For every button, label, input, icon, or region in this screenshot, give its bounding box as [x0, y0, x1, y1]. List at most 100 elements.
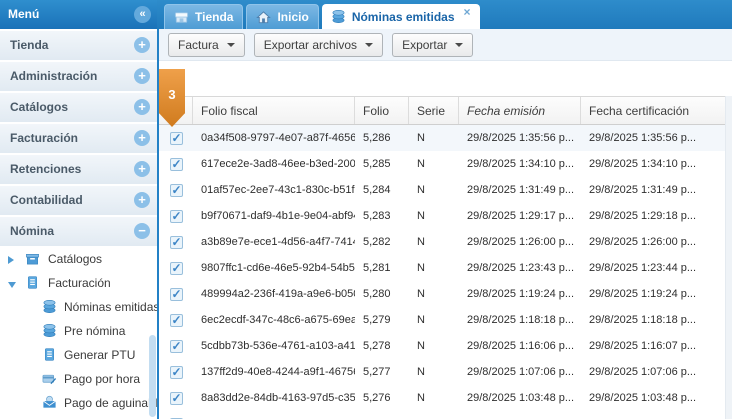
table-row[interactable]: 5cdbb73b-536e-4761-a103-a412...5,278N29/… — [159, 333, 732, 359]
payroll-grid: Folio fiscalFolioSerieFecha emisiónFecha… — [159, 96, 732, 419]
sidebar-item-catalogos[interactable]: Catálogos+ — [0, 93, 157, 122]
row-checkbox-cell — [159, 392, 193, 405]
row-checkbox-cell — [159, 184, 193, 197]
tree-item-label: Facturación — [48, 276, 111, 290]
cell-serie: N — [409, 236, 459, 248]
expand-plus-icon[interactable]: + — [134, 37, 150, 53]
collapse-minus-icon[interactable]: − — [134, 223, 150, 239]
expand-plus-icon[interactable]: + — [134, 130, 150, 146]
expand-plus-icon[interactable]: + — [134, 68, 150, 84]
factura-button[interactable]: Factura — [168, 33, 245, 57]
sidebar-item-tienda[interactable]: Tienda+ — [0, 31, 157, 60]
database-icon — [331, 9, 346, 24]
tab-label: Tienda — [195, 10, 233, 24]
table-row[interactable]: 489994a2-236f-419a-a9e6-b050...5,280N29/… — [159, 281, 732, 307]
row-checkbox[interactable] — [170, 288, 183, 301]
row-checkbox[interactable] — [170, 236, 183, 249]
expander-right-icon[interactable] — [8, 256, 14, 264]
tree-item-facturacion[interactable]: Facturación — [0, 272, 157, 296]
cell-serie: N — [409, 210, 459, 222]
cell-fecha-certificacion: 29/8/2025 1:07:06 p... — [581, 366, 732, 378]
grid-scrollbar[interactable] — [725, 96, 732, 419]
row-checkbox[interactable] — [170, 132, 183, 145]
sidebar-scrollbar[interactable] — [149, 335, 156, 417]
column-header-fecha-emision[interactable]: Fecha emisión — [459, 97, 581, 124]
tab-close-icon[interactable]: × — [464, 7, 471, 17]
expand-plus-icon[interactable]: + — [134, 192, 150, 208]
cell-folio: 5,282 — [355, 236, 409, 248]
tree-item-pre-nomina[interactable]: Pre nómina — [0, 320, 157, 344]
button-label: Exportar — [402, 38, 447, 52]
table-row[interactable]: 137ff2d9-40e8-4244-a9f1-46756...5,277N29… — [159, 359, 732, 385]
expand-plus-icon[interactable]: + — [134, 99, 150, 115]
cell-serie: N — [409, 262, 459, 274]
table-row[interactable]: ...5,275N29/8/2025 1:02:5...29/8/2025 1:… — [159, 411, 732, 419]
sidebar-item-nomina[interactable]: Nómina− — [0, 217, 157, 246]
tree-item-pago-de-aguinaldo[interactable]: Pago de aguinaldo — [0, 392, 157, 416]
cell-folio: 5,281 — [355, 262, 409, 274]
expand-plus-icon[interactable]: + — [134, 161, 150, 177]
tab-inicio[interactable]: Inicio — [246, 4, 318, 29]
table-row[interactable]: 9807ffc1-cd6e-46e5-92b4-54b51...5,281N29… — [159, 255, 732, 281]
grid-header-row: Folio fiscalFolioSerieFecha emisiónFecha… — [159, 96, 732, 125]
row-checkbox-cell — [159, 314, 193, 327]
cell-fecha-emision: 29/8/2025 1:07:06 p... — [459, 366, 581, 378]
row-checkbox-cell — [159, 210, 193, 223]
column-header-folio[interactable]: Folio — [355, 97, 409, 124]
exportar-button[interactable]: Exportar — [392, 33, 473, 57]
toolbar: Factura Exportar archivos Exportar — [159, 29, 732, 61]
panel-left-border — [157, 29, 159, 419]
exportar-archivos-button[interactable]: Exportar archivos — [254, 33, 383, 57]
row-checkbox[interactable] — [170, 262, 183, 275]
table-row[interactable]: 01af57ec-2ee7-43c1-830c-b51f6...5,284N29… — [159, 177, 732, 203]
table-row[interactable]: a3b89e7e-ece1-4d56-a4f7-7414...5,282N29/… — [159, 229, 732, 255]
cell-folio: 5,283 — [355, 210, 409, 222]
column-header-serie[interactable]: Serie — [409, 97, 459, 124]
cell-serie: N — [409, 158, 459, 170]
table-row[interactable]: 617ece2e-3ad8-46ee-b3ed-2009...5,285N29/… — [159, 151, 732, 177]
table-row[interactable]: 0a34f508-9797-4e07-a87f-4656f...5,286N29… — [159, 125, 732, 151]
row-checkbox[interactable] — [170, 184, 183, 197]
row-checkbox[interactable] — [170, 210, 183, 223]
tree-item-catalogos[interactable]: Catálogos — [0, 248, 157, 272]
row-checkbox[interactable] — [170, 340, 183, 353]
tab-label: Inicio — [277, 10, 308, 24]
sidebar-header: Menú « — [0, 0, 157, 29]
sidebar-item-facturacion[interactable]: Facturación+ — [0, 124, 157, 153]
row-checkbox[interactable] — [170, 392, 183, 405]
tab-label: Nóminas emitidas — [352, 10, 455, 24]
row-checkbox[interactable] — [170, 314, 183, 327]
cell-folio: 5,285 — [355, 158, 409, 170]
row-checkbox[interactable] — [170, 366, 183, 379]
tree-item-label: Generar PTU — [64, 348, 135, 362]
row-checkbox-cell — [159, 236, 193, 249]
table-row[interactable]: b9f70671-daf9-4b1e-9e04-abf94...5,283N29… — [159, 203, 732, 229]
tree-item-nominas-emitidas[interactable]: Nóminas emitidas — [0, 296, 157, 320]
cell-folio: 5,278 — [355, 340, 409, 352]
dropdown-caret-icon — [455, 43, 463, 47]
sidebar-item-administracion[interactable]: Administración+ — [0, 62, 157, 91]
home-icon — [256, 10, 271, 25]
payment-card-icon — [42, 371, 58, 387]
tree-item-pago-por-hora[interactable]: Pago por hora — [0, 368, 157, 392]
cell-fecha-emision: 29/8/2025 1:23:43 p... — [459, 262, 581, 274]
cell-fecha-emision: 29/8/2025 1:18:18 p... — [459, 314, 581, 326]
document-icon — [25, 275, 41, 291]
table-row[interactable]: 6ec2ecdf-347c-48c6-a675-69eab...5,279N29… — [159, 307, 732, 333]
column-header-fecha-certificacion[interactable]: Fecha certificación — [581, 97, 732, 124]
cell-fecha-emision: 29/8/2025 1:31:49 p... — [459, 184, 581, 196]
expander-down-icon[interactable] — [8, 282, 16, 288]
sidebar-item-contabilidad[interactable]: Contabilidad+ — [0, 186, 157, 215]
row-checkbox[interactable] — [170, 158, 183, 171]
database-icon — [42, 299, 58, 315]
tab-tienda[interactable]: Tienda — [164, 4, 243, 29]
chevrons-left-icon[interactable]: « — [134, 6, 151, 23]
column-header-folio-fiscal[interactable]: Folio fiscal — [193, 97, 355, 124]
table-row[interactable]: 8a83dd2e-84db-4163-97d5-c35c...5,276N29/… — [159, 385, 732, 411]
cell-folio-fiscal: 6ec2ecdf-347c-48c6-a675-69eab... — [193, 314, 355, 326]
tab-nominas-emitidas[interactable]: Nóminas emitidas × — [322, 4, 480, 29]
sidebar-item-retenciones[interactable]: Retenciones+ — [0, 155, 157, 184]
cell-folio: 5,277 — [355, 366, 409, 378]
tree-item-generar-ptu[interactable]: Generar PTU — [0, 344, 157, 368]
sidebar-title: Menú — [8, 7, 39, 21]
